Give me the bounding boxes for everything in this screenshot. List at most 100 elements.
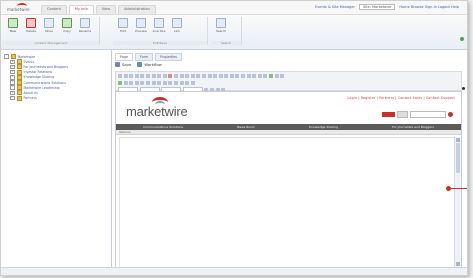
strike-icon[interactable] [213,73,218,78]
bullet-list-icon[interactable] [235,73,240,78]
table-icon[interactable] [173,73,178,78]
align-right-icon[interactable] [263,73,268,78]
superscript-icon[interactable] [224,73,229,78]
cut-icon[interactable] [123,73,128,78]
expand-icon[interactable]: + [10,59,15,65]
nav-item[interactable]: Communications Solutions [143,125,183,129]
subscript-icon[interactable] [218,73,223,78]
workflow-button[interactable]: Workflow [137,62,162,67]
select-all-icon[interactable] [162,73,167,78]
expand-icon[interactable]: + [10,75,15,80]
preview-top-links[interactable]: Login | Register | Partners | Contact Sa… [348,96,455,100]
maximize-icon[interactable] [190,80,195,85]
indent-icon[interactable] [246,73,251,78]
outdent-icon[interactable] [241,73,246,78]
nav-item[interactable]: Knowledge Sharing [309,125,338,129]
tab-my-info[interactable]: My Info [68,5,94,14]
radio-icon[interactable] [145,80,150,85]
flash-icon[interactable] [123,80,128,85]
preview-button[interactable]: Preview [134,18,148,33]
save-button[interactable]: Save [115,62,131,67]
copy-icon[interactable] [129,73,134,78]
copy-button[interactable]: Copy [60,18,74,33]
new-icon [8,18,18,28]
search-scope-select[interactable] [382,112,395,117]
italic-icon[interactable] [201,73,206,78]
ordered-list-icon[interactable] [229,73,234,78]
top-links: Events & Site Manager Site: Marketwire H… [315,4,459,10]
expand-icon[interactable]: + [10,90,15,96]
textfield-icon[interactable] [151,80,156,85]
search-input[interactable] [410,111,446,118]
button-icon[interactable] [168,80,173,85]
search-go-icon[interactable] [448,112,453,117]
preview-body[interactable] [119,137,458,269]
link-button[interactable]: Link [170,18,184,33]
remove-format-icon[interactable] [168,73,173,78]
delete-button[interactable]: Delete [24,18,38,33]
delete-icon [26,18,36,28]
redo-icon[interactable] [145,73,150,78]
wysiwyg-toolbar [115,71,462,93]
move-button[interactable]: Move [42,18,56,33]
media-icon[interactable] [129,80,134,85]
spellcheck-icon[interactable] [185,80,190,85]
hidden-field-icon[interactable] [179,80,184,85]
underline-icon[interactable] [207,73,212,78]
hr-icon[interactable] [179,73,184,78]
marketwire-preview-logo: marketwire [126,97,188,119]
align-left-icon[interactable] [252,73,257,78]
expand-icon[interactable]: + [10,69,15,75]
action-bar: Save Workflow [115,62,162,67]
expand-icon[interactable]: + [10,80,15,85]
expand-icon[interactable]: + [10,85,15,90]
expand-icon[interactable]: + [10,64,15,70]
link-icon[interactable] [269,73,274,78]
tab-form[interactable]: Form [134,53,154,61]
align-center-icon[interactable] [257,73,262,78]
scroll-thumb[interactable] [456,143,460,173]
anchor-icon[interactable] [280,73,285,78]
edit-icon [118,18,128,28]
nav-item[interactable]: For Journalists and Bloggers [392,125,434,129]
bold-icon[interactable] [196,73,201,78]
textarea-icon[interactable] [157,80,162,85]
logo-swoosh-icon [155,101,165,108]
edit-button[interactable]: Edit [116,18,130,33]
search-option[interactable] [397,111,408,118]
source-icon[interactable] [118,73,122,78]
unlink-icon[interactable] [274,73,279,78]
tab-properties[interactable]: Properties [155,53,182,61]
form-icon[interactable] [134,80,139,85]
special-char-icon[interactable] [190,73,195,78]
search-button[interactable]: Search [214,18,228,33]
tab-page[interactable]: Page [115,53,133,61]
scroll-down-icon[interactable] [456,262,460,266]
site-manager-link[interactable]: Events & Site Manager [315,5,355,9]
expand-icon[interactable]: + [10,95,15,101]
image-icon[interactable] [118,80,122,85]
select-icon[interactable] [162,80,167,85]
tree-item[interactable]: + Partners [4,95,108,101]
user-links[interactable]: Home Browse Sign-in Logout Help [399,5,459,9]
tab-view[interactable]: View [95,5,117,14]
live-site-button[interactable]: Live Site [152,18,166,33]
paste-icon[interactable] [134,73,139,78]
site-selector[interactable]: Site: Marketwire [359,4,396,10]
smiley-icon[interactable] [185,73,190,78]
replace-icon[interactable] [157,73,162,78]
imagebutton-icon[interactable] [173,80,178,85]
tab-administration[interactable]: Administration [118,5,156,14]
page-preview[interactable]: Login | Register | Partners | Contact Sa… [115,91,462,273]
nav-item[interactable]: News Room [237,125,255,129]
preview-icon [136,18,146,28]
checkbox-icon[interactable] [140,80,145,85]
scroll-up-icon[interactable] [456,138,460,142]
find-icon[interactable] [151,73,156,78]
rename-button[interactable]: Rename [78,18,92,33]
collapse-icon[interactable]: - [4,54,9,59]
vertical-scrollbar[interactable] [454,137,461,267]
tab-content[interactable]: Content [41,5,67,14]
undo-icon[interactable] [140,73,145,78]
new-button[interactable]: New [6,18,20,33]
